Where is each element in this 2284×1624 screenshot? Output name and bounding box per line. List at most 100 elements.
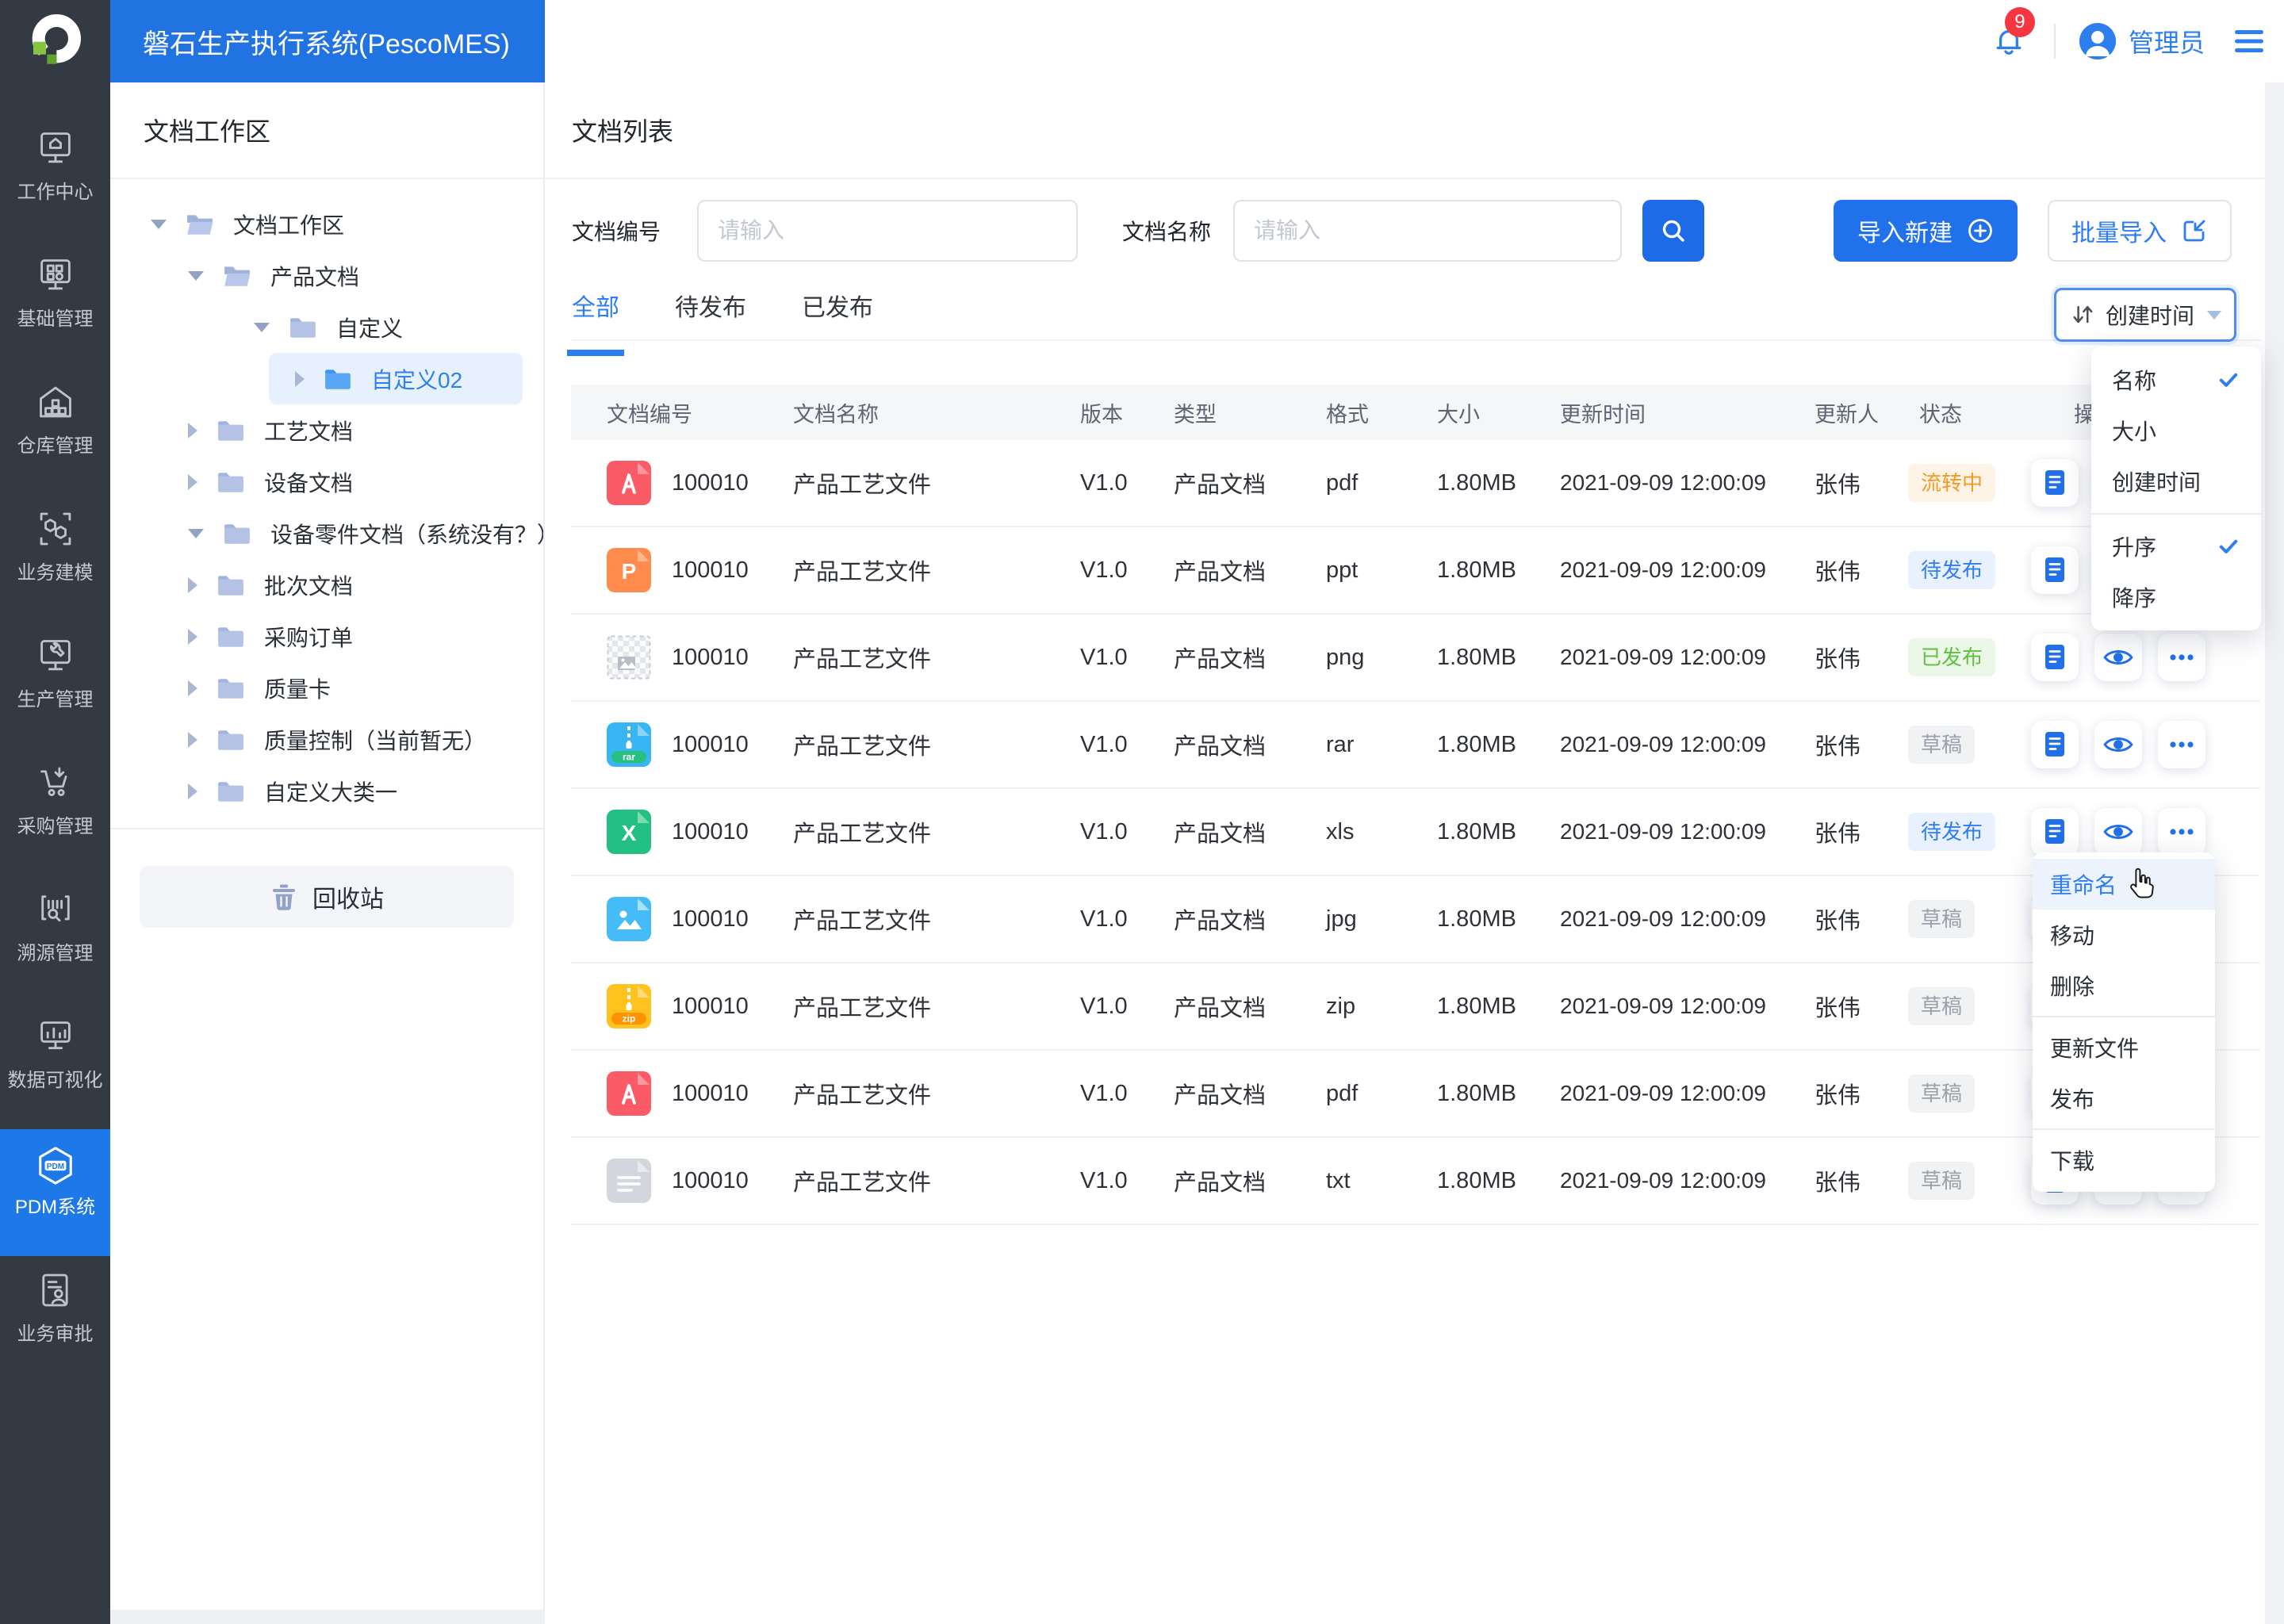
context-menu-item[interactable]: 更新文件 <box>2033 1022 2215 1073</box>
tab-pending[interactable]: 待发布 <box>675 288 746 339</box>
sort-button[interactable]: 创建时间 <box>2054 288 2236 342</box>
sidebar-item-production[interactable]: 生产管理 <box>0 622 110 749</box>
preview-button[interactable] <box>2094 721 2142 768</box>
doc-name-label: 文档名称 <box>1122 220 1212 244</box>
tree-node-1[interactable]: 产品文档 <box>110 250 543 301</box>
tree-node-0[interactable]: 文档工作区 <box>110 198 543 250</box>
caret-right-icon[interactable] <box>295 370 305 387</box>
sidebar-item-trace[interactable]: 溯源管理 <box>0 875 110 1002</box>
sort-order-0[interactable]: 升序 <box>2091 521 2261 572</box>
folder-icon <box>289 316 317 339</box>
tab-published[interactable]: 已发布 <box>802 288 873 339</box>
caret-right-icon[interactable] <box>188 576 197 593</box>
doc-status: 草稿 <box>1895 725 2018 764</box>
caret-down-icon[interactable] <box>188 528 204 538</box>
detail-button[interactable] <box>2031 808 2079 856</box>
batch-import-button[interactable]: 批量导入 <box>2048 200 2232 262</box>
more-button[interactable] <box>2158 721 2205 768</box>
doc-status: 草稿 <box>1895 1074 2018 1113</box>
sidebar-item-modeling[interactable]: 业务建模 <box>0 495 110 622</box>
sidebar-item-approval[interactable]: 业务审批 <box>0 1256 110 1383</box>
context-menu-item[interactable]: 删除 <box>2033 960 2215 1011</box>
tree-node-2[interactable]: 自定义 <box>110 301 543 353</box>
tree-node-4[interactable]: 工艺文档 <box>110 404 543 456</box>
doc-version: V1.0 <box>1080 557 1128 583</box>
sort-order-1[interactable]: 降序 <box>2091 572 2261 622</box>
sidebar-item-base[interactable]: 基础管理 <box>0 241 110 368</box>
sidebar-item-purchase[interactable]: 采购管理 <box>0 749 110 875</box>
caret-down-icon[interactable] <box>188 270 204 281</box>
detail-button[interactable] <box>2031 634 2079 681</box>
tab-all[interactable]: 全部 <box>567 288 624 356</box>
import-new-button[interactable]: 导入新建 <box>1834 200 2018 262</box>
tree-node-7[interactable]: 批次文档 <box>110 559 543 611</box>
tree-node-label: 质量卡 <box>264 676 331 702</box>
tree-node-9[interactable]: 质量卡 <box>110 662 543 714</box>
trace-icon <box>36 890 75 929</box>
detail-button[interactable] <box>2031 721 2079 768</box>
tree-node-10[interactable]: 质量控制（当前暂无） <box>110 714 543 765</box>
tree-node-3[interactable]: 自定义02 <box>269 353 523 404</box>
tree-node-label: 设备零件文档（系统没有？） <box>270 522 545 547</box>
more-button[interactable] <box>2158 634 2205 681</box>
doc-status: 草稿 <box>1895 986 2018 1026</box>
caret-right-icon[interactable] <box>188 731 197 748</box>
tree-node-8[interactable]: 采购订单 <box>110 611 543 662</box>
doc-updater: 张伟 <box>1815 1170 1861 1196</box>
menu-icon[interactable] <box>2233 28 2265 55</box>
sidebar-item-workcenter[interactable]: 工作中心 <box>0 114 110 241</box>
search-button[interactable] <box>1642 200 1705 262</box>
caret-right-icon[interactable] <box>188 680 197 696</box>
sort-option-0[interactable]: 名称 <box>2091 354 2261 405</box>
sort-option-2[interactable]: 创建时间 <box>2091 456 2261 507</box>
doc-status: 已发布 <box>1895 638 2018 677</box>
table-row: 100010 产品工艺文件 V1.0 产品文档 jpg 1.80MB 2021-… <box>571 876 2260 963</box>
folder-icon <box>217 779 245 803</box>
context-menu-item[interactable]: 移动 <box>2033 910 2215 960</box>
sidebar-nav: 工作中心 基础管理 仓库管理 业务建模 生产管理 采购管理 溯源管理 数据可视化 <box>0 114 110 1383</box>
sidebar-item-pdm[interactable]: PDM PDM系统 <box>0 1129 110 1256</box>
detail-button[interactable] <box>2031 546 2079 594</box>
caret-right-icon[interactable] <box>188 628 197 645</box>
doc-no-input[interactable] <box>697 200 1079 262</box>
tree-node-11[interactable]: 自定义大类一 <box>110 765 543 817</box>
doc-id-cell: zip 100010 <box>571 984 781 1028</box>
vertical-scrollbar[interactable] <box>2265 82 2284 1624</box>
doc-updated: 2021-09-09 12:00:09 <box>1560 732 1766 756</box>
doc-version: V1.0 <box>1080 469 1128 496</box>
tree-horizontal-scrollbar[interactable] <box>110 1610 545 1624</box>
preview-button[interactable] <box>2094 808 2142 856</box>
search-icon <box>1659 216 1688 245</box>
preview-button[interactable] <box>2094 634 2142 681</box>
notification-bell-icon[interactable]: 9 <box>1991 6 2035 62</box>
tree-node-5[interactable]: 设备文档 <box>110 456 543 508</box>
sidebar-item-dataviz[interactable]: 数据可视化 <box>0 1002 110 1129</box>
caret-down-icon[interactable] <box>254 322 270 332</box>
folder-icon <box>217 419 245 442</box>
context-menu-item[interactable]: 下载 <box>2033 1135 2215 1185</box>
tree-node-6[interactable]: 设备零件文档（系统没有？） <box>110 508 543 559</box>
recycle-bin-button[interactable]: 回收站 <box>140 866 514 928</box>
status-badge: 草稿 <box>1908 1161 1976 1201</box>
caret-right-icon[interactable] <box>188 783 197 799</box>
context-menu-item[interactable]: 发布 <box>2033 1073 2215 1124</box>
username[interactable]: 管理员 <box>2129 23 2205 59</box>
sort-option-1[interactable]: 大小 <box>2091 405 2261 456</box>
status-badge: 草稿 <box>1908 1074 1976 1113</box>
folder-tree: 文档工作区 产品文档 自定义 自定义02 工艺文档 设备文档 设备零件文档（系统… <box>110 179 543 817</box>
avatar[interactable] <box>2079 23 2116 59</box>
status-badge: 待发布 <box>1908 812 1996 852</box>
doc-name-input[interactable] <box>1233 200 1623 262</box>
more-button[interactable] <box>2158 808 2205 856</box>
tree-node-label: 自定义02 <box>371 367 463 393</box>
sidebar-item-warehouse[interactable]: 仓库管理 <box>0 368 110 495</box>
column-header-1: 文档名称 <box>793 402 879 427</box>
caret-right-icon[interactable] <box>188 473 197 490</box>
detail-button[interactable] <box>2031 459 2079 507</box>
context-menu-item[interactable]: 重命名 <box>2033 859 2215 910</box>
doc-id: 100010 <box>672 731 749 757</box>
doc-name: 产品工艺文件 <box>793 822 932 847</box>
caret-down-icon[interactable] <box>151 219 167 229</box>
caret-right-icon[interactable] <box>188 422 197 439</box>
doc-format: png <box>1326 644 1365 670</box>
